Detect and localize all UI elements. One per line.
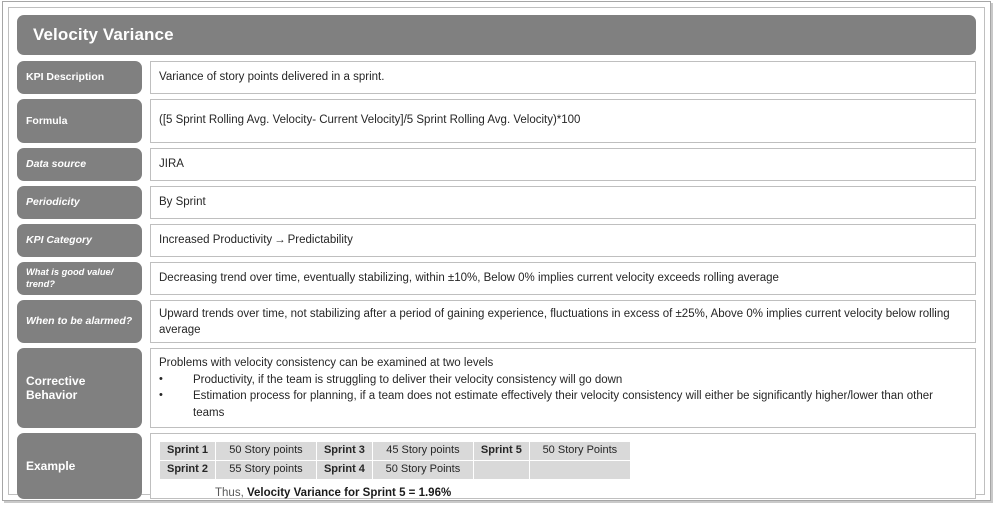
- sprint-points-cell: 45 Story points: [372, 442, 473, 460]
- conclusion-prefix: Thus,: [215, 486, 244, 499]
- row-kpi-category: KPI Category Increased Productivity → Pr…: [17, 224, 976, 257]
- sprint-label-cell-empty: [473, 460, 529, 479]
- document-frame: Velocity Variance KPI Description Varian…: [2, 1, 991, 501]
- sprint-points-cell: 55 Story points: [215, 460, 316, 479]
- sprint-points-cell: 50 Story Points: [529, 442, 630, 460]
- sprint-points-cell: 50 Story Points: [372, 460, 473, 479]
- example-body: Sprint 1 50 Story points Sprint 3 45 Sto…: [159, 440, 967, 501]
- row-periodicity: Periodicity By Sprint: [17, 186, 976, 219]
- label-when-alarmed: When to be alarmed?: [17, 300, 142, 343]
- value-when-alarmed: Upward trends over time, not stabilizing…: [150, 300, 976, 343]
- row-data-source: Data source JIRA: [17, 148, 976, 181]
- corrective-lead-text: Problems with velocity consistency can b…: [159, 357, 494, 369]
- row-kpi-description: KPI Description Variance of story points…: [17, 61, 976, 94]
- sprint-label-cell: Sprint 3: [316, 442, 372, 460]
- corrective-bullet-2-text: Estimation process for planning, if a te…: [193, 390, 933, 420]
- sprint-velocity-table: Sprint 1 50 Story points Sprint 3 45 Sto…: [159, 441, 631, 480]
- sprint-points-cell-empty: [529, 460, 630, 479]
- kpi-category-target: Predictability: [287, 233, 353, 246]
- conclusion-result: Velocity Variance for Sprint 5 = 1.96%: [246, 486, 452, 499]
- kpi-card-sheet: Velocity Variance KPI Description Varian…: [8, 7, 985, 499]
- value-periodicity: By Sprint: [150, 186, 976, 219]
- bullet-icon: •: [159, 372, 163, 385]
- value-kpi-category: Increased Productivity → Predictability: [150, 224, 976, 257]
- card-title-bar: Velocity Variance: [17, 15, 976, 55]
- value-example: Sprint 1 50 Story points Sprint 3 45 Sto…: [150, 433, 976, 499]
- row-formula: Formula ([5 Sprint Rolling Avg. Velocity…: [17, 99, 976, 143]
- label-kpi-description: KPI Description: [17, 61, 142, 94]
- value-corrective-behavior: Problems with velocity consistency can b…: [150, 348, 976, 428]
- corrective-bullet-1-text: Productivity, if the team is struggling …: [193, 373, 623, 386]
- value-data-source: JIRA: [150, 148, 976, 181]
- sprint-label-cell: Sprint 1: [160, 442, 215, 460]
- row-when-alarmed: When to be alarmed? Upward trends over t…: [17, 300, 976, 343]
- label-kpi-category: KPI Category: [17, 224, 142, 257]
- example-conclusion: Thus, Velocity Variance for Sprint 5 = 1…: [159, 486, 967, 502]
- sprint-points-cell: 50 Story points: [215, 442, 316, 460]
- value-kpi-description: Variance of story points delivered in a …: [150, 61, 976, 94]
- label-corrective-behavior: Corrective Behavior: [17, 348, 142, 428]
- table-row: Sprint 2 55 Story points Sprint 4 50 Sto…: [160, 460, 630, 479]
- sprint-label-cell: Sprint 4: [316, 460, 372, 479]
- label-periodicity: Periodicity: [17, 186, 142, 219]
- bullet-icon: •: [159, 389, 163, 402]
- row-corrective-behavior: Corrective Behavior Problems with veloci…: [17, 348, 976, 428]
- corrective-behavior-body: Problems with velocity consistency can b…: [159, 355, 967, 422]
- row-example: Example Sprint 1 50 Story points Sprint …: [17, 433, 976, 499]
- label-formula: Formula: [17, 99, 142, 143]
- kpi-category-source: Increased Productivity: [159, 233, 273, 246]
- label-example: Example: [17, 433, 142, 499]
- label-data-source: Data source: [17, 148, 142, 181]
- value-good-value-trend: Decreasing trend over time, eventually s…: [150, 262, 976, 295]
- table-row: Sprint 1 50 Story points Sprint 3 45 Sto…: [160, 442, 630, 460]
- row-good-value-trend: What is good value/ trend? Decreasing tr…: [17, 262, 976, 295]
- corrective-bullet-2: • Estimation process for planning, if a …: [159, 388, 967, 421]
- sprint-label-cell: Sprint 2: [160, 460, 215, 479]
- corrective-bullet-1: • Productivity, if the team is strugglin…: [159, 372, 967, 389]
- right-arrow-icon: →: [274, 233, 286, 246]
- page-title: Velocity Variance: [33, 25, 174, 44]
- value-formula: ([5 Sprint Rolling Avg. Velocity- Curren…: [150, 99, 976, 143]
- sprint-label-cell: Sprint 5: [473, 442, 529, 460]
- label-good-value-trend: What is good value/ trend?: [17, 262, 142, 295]
